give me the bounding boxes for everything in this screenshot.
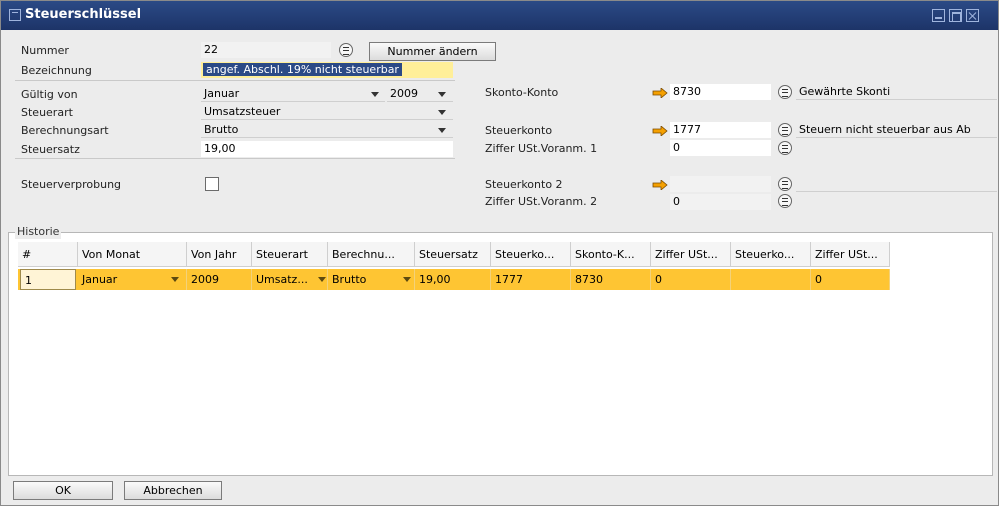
cancel-button-label: Abbrechen (143, 484, 203, 497)
nummer-aendern-button[interactable]: Nummer ändern (369, 42, 496, 61)
ziffer1-field[interactable]: 0 (670, 140, 771, 156)
historie-label: Historie (15, 224, 62, 239)
link-arrow-icon[interactable] (652, 180, 668, 190)
chevron-down-icon[interactable] (438, 92, 446, 97)
chevron-down-icon[interactable] (438, 128, 446, 133)
column-header[interactable]: Ziffer USt... (651, 242, 731, 267)
column-header[interactable]: Steuersatz (415, 242, 491, 267)
nummer-field[interactable]: 22 (201, 42, 331, 58)
steuerkonto2-choose-icon[interactable] (778, 177, 792, 191)
steuerkonto-name: Steuern nicht steuerbar aus Ab (796, 122, 997, 138)
steuerkonto2-field[interactable] (670, 176, 771, 192)
chevron-down-icon[interactable] (403, 277, 411, 282)
steuerverprobung-label: Steuerverprobung (21, 178, 122, 191)
steuerschluessel-window: Steuerschlüssel Nummer 22 Nummer ändern … (0, 0, 999, 506)
table-cell[interactable]: Umsatz... (252, 269, 328, 290)
steuerart-select[interactable]: Umsatzsteuer (201, 104, 453, 120)
gueltig-von-month-select[interactable]: Januar (201, 86, 385, 102)
table-cell[interactable]: 19,00 (415, 269, 491, 290)
nummer-label: Nummer (21, 44, 69, 57)
steuerkonto-field[interactable]: 1777 (670, 122, 771, 138)
link-arrow-icon[interactable] (652, 88, 668, 98)
divider (15, 158, 455, 159)
ziffer1-label: Ziffer USt.Voranm. 1 (485, 142, 598, 155)
bezeichnung-value: angef. Abschl. 19% nicht steuerbar (203, 63, 402, 76)
ok-button-label: OK (55, 484, 71, 497)
column-header[interactable]: # (18, 242, 78, 267)
title-bar[interactable]: Steuerschlüssel (1, 1, 998, 30)
ziffer2-choose-icon[interactable] (778, 194, 792, 208)
divider (15, 80, 455, 81)
steuerkonto-choose-icon[interactable] (778, 123, 792, 137)
ziffer2-field[interactable]: 0 (670, 194, 771, 210)
skonto-konto-choose-icon[interactable] (778, 85, 792, 99)
skonto-konto-label: Skonto-Konto (485, 86, 559, 99)
column-header[interactable]: Berechnu... (328, 242, 415, 267)
column-header[interactable]: Von Monat (78, 242, 187, 267)
cancel-button[interactable]: Abbrechen (124, 481, 222, 500)
table-cell[interactable]: 0 (651, 269, 731, 290)
form-icon (9, 9, 21, 21)
ziffer2-label: Ziffer USt.Voranm. 2 (485, 195, 598, 208)
table-cell[interactable]: 8730 (571, 269, 651, 290)
chevron-down-icon[interactable] (371, 92, 379, 97)
column-header[interactable]: Skonto-K... (571, 242, 651, 267)
minimize-icon[interactable] (932, 9, 945, 22)
ok-button[interactable]: OK (13, 481, 113, 500)
table-cell[interactable]: Brutto (328, 269, 415, 290)
chevron-down-icon[interactable] (318, 277, 326, 282)
bezeichnung-label: Bezeichnung (21, 64, 92, 77)
table-row[interactable]: 1 Januar 2009 Umsatz... Brutto 19,00 177… (18, 269, 890, 290)
berechnungsart-select[interactable]: Brutto (201, 122, 453, 138)
steuerkonto-label: Steuerkonto (485, 124, 553, 137)
chevron-down-icon[interactable] (171, 277, 179, 282)
maximize-icon[interactable] (949, 9, 962, 22)
steuerverprobung-checkbox[interactable] (205, 177, 219, 191)
table-cell[interactable] (731, 269, 811, 290)
table-cell[interactable]: 2009 (187, 269, 252, 290)
historie-table-header: # Von Monat Von Jahr Steuerart Berechnu.… (18, 242, 890, 267)
ziffer1-choose-icon[interactable] (778, 141, 792, 155)
steuerkonto2-label: Steuerkonto 2 (485, 178, 563, 191)
bezeichnung-field[interactable]: angef. Abschl. 19% nicht steuerbar (201, 62, 453, 78)
steuersatz-label: Steuersatz (21, 143, 80, 156)
gueltig-von-label: Gültig von (21, 88, 78, 101)
column-header[interactable]: Steuerko... (491, 242, 571, 267)
table-cell[interactable]: 1777 (491, 269, 571, 290)
skonto-konto-field[interactable]: 8730 (670, 84, 771, 100)
berechnungsart-label: Berechnungsart (21, 124, 109, 137)
link-arrow-icon[interactable] (652, 126, 668, 136)
table-cell[interactable]: 0 (811, 269, 890, 290)
skonto-konto-name: Gewährte Skonti (796, 84, 997, 100)
window-title: Steuerschlüssel (25, 7, 142, 22)
column-header[interactable]: Steuerart (252, 242, 328, 267)
table-cell[interactable]: 1 (20, 269, 76, 290)
steuersatz-field[interactable]: 19,00 (201, 141, 453, 157)
column-header[interactable]: Ziffer USt... (811, 242, 890, 267)
nummer-choose-icon[interactable] (339, 43, 353, 57)
column-header[interactable]: Von Jahr (187, 242, 252, 267)
steuerkonto2-name (796, 176, 997, 192)
column-header[interactable]: Steuerko... (731, 242, 811, 267)
steuerart-label: Steuerart (21, 106, 73, 119)
close-icon[interactable] (966, 9, 979, 22)
chevron-down-icon[interactable] (438, 110, 446, 115)
